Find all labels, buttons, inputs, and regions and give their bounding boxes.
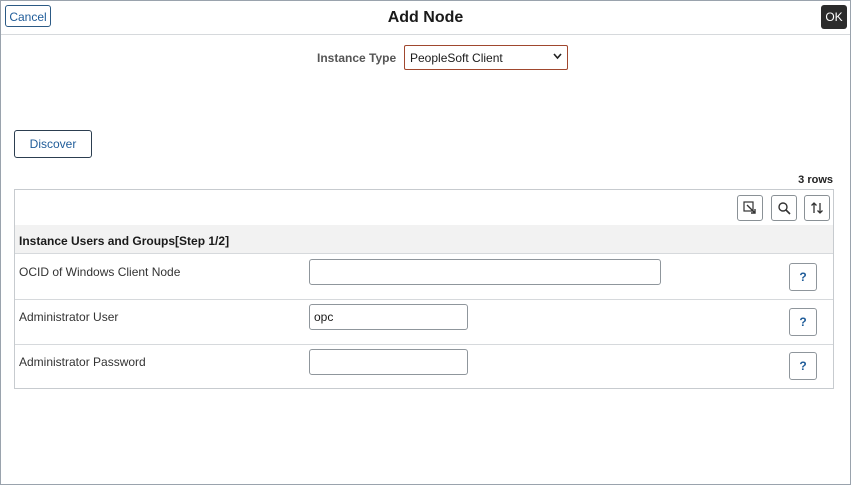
admin-password-help-button[interactable]: ? (789, 352, 817, 380)
table-row: OCID of Windows Client Node ? (15, 254, 833, 300)
ok-button[interactable]: OK (821, 5, 847, 29)
section-header: Instance Users and Groups[Step 1/2] (15, 225, 833, 254)
admin-user-help-button[interactable]: ? (789, 308, 817, 336)
search-button[interactable] (771, 195, 797, 221)
instance-type-value: PeopleSoft Client (410, 51, 503, 65)
admin-user-label: Administrator User (19, 310, 119, 324)
ocid-label: OCID of Windows Client Node (19, 265, 181, 279)
admin-user-input[interactable] (309, 304, 468, 330)
dialog-header: Cancel Add Node OK (1, 1, 850, 35)
admin-password-input[interactable] (309, 349, 468, 375)
sort-button[interactable] (804, 195, 830, 221)
grid-toolbar (15, 190, 833, 226)
discover-button[interactable]: Discover (14, 130, 92, 158)
instance-users-grid: Instance Users and Groups[Step 1/2] OCID… (14, 189, 834, 389)
table-row: Administrator Password ? (15, 344, 833, 389)
chevron-down-icon (553, 50, 562, 65)
instance-type-label: Instance Type (317, 51, 397, 65)
row-count: 3 rows (798, 174, 833, 186)
section-title: Instance Users and Groups[Step 1/2] (19, 234, 230, 248)
table-row: Administrator User ? (15, 299, 833, 345)
export-button[interactable] (737, 195, 763, 221)
ocid-input[interactable] (309, 259, 661, 285)
add-node-dialog: Cancel Add Node OK Instance Type PeopleS… (0, 0, 851, 485)
ocid-help-button[interactable]: ? (789, 263, 817, 291)
page-title: Add Node (387, 9, 464, 26)
instance-type-select[interactable]: PeopleSoft Client (404, 45, 568, 70)
admin-password-label: Administrator Password (19, 355, 146, 369)
